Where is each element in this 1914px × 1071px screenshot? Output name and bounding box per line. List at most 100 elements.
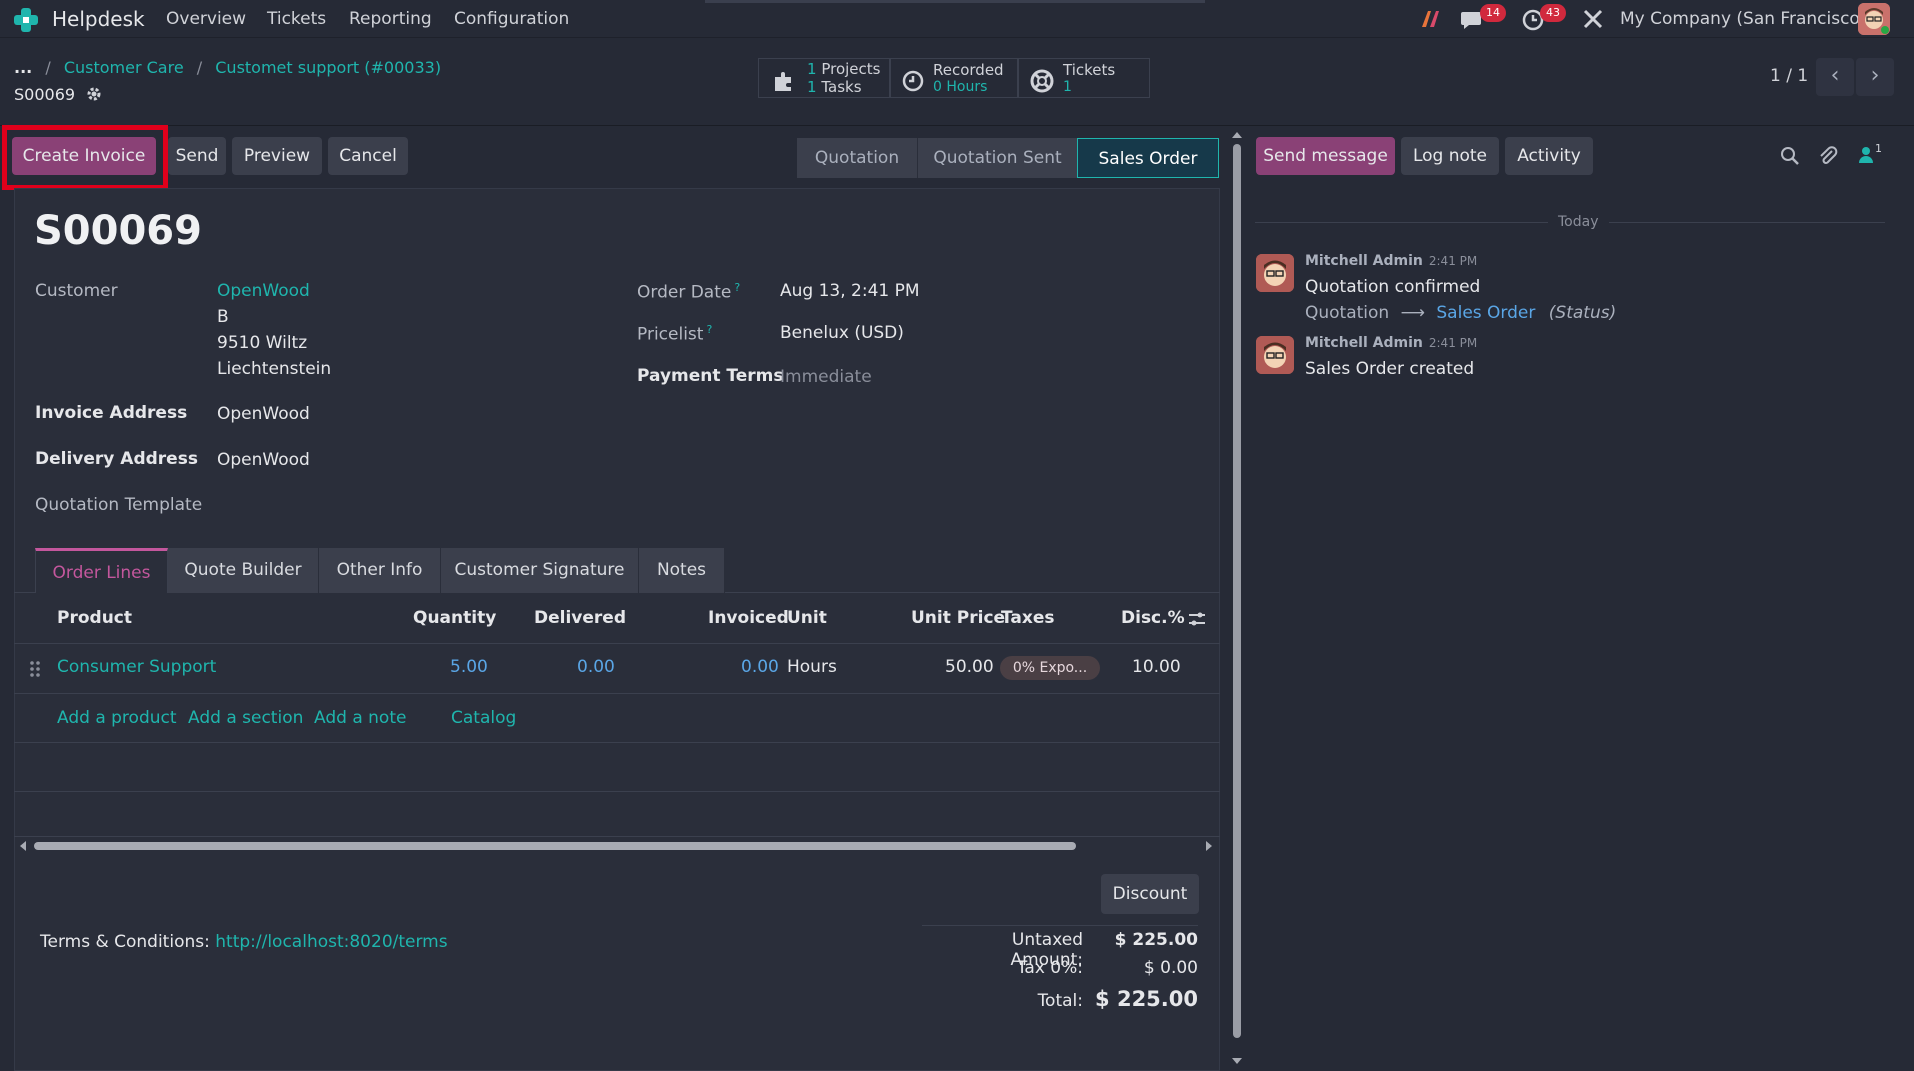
tickets-label: Tickets (1063, 61, 1116, 79)
scroll-right-arrow-icon[interactable] (1204, 840, 1214, 852)
company-switcher[interactable]: My Company (San Francisco) (1620, 9, 1866, 29)
cell-quantity[interactable]: 5.00 (450, 657, 488, 677)
recorded-label: Recorded (933, 61, 1004, 79)
cell-invoiced[interactable]: 0.00 (741, 657, 779, 677)
column-product[interactable]: Product (57, 608, 132, 628)
followers-button[interactable]: 1 (1858, 142, 1888, 166)
stage-sales-order[interactable]: Sales Order (1077, 138, 1219, 178)
column-quantity[interactable]: Quantity (413, 608, 496, 628)
breadcrumb-ticket[interactable]: Customet support (#00033) (215, 58, 441, 77)
payment-terms-field[interactable]: Immediate (780, 367, 872, 387)
tab-notes[interactable]: Notes (639, 548, 725, 593)
column-settings-icon[interactable] (1187, 610, 1207, 628)
recorded-smart-button[interactable]: Recorded 0 Hours (890, 58, 1018, 98)
message-author[interactable]: Mitchell Admin 2:41 PM (1305, 253, 1477, 269)
highlight-annotation (2, 125, 168, 190)
menu-tickets[interactable]: Tickets (267, 9, 326, 29)
discount-button[interactable]: Discount (1101, 874, 1199, 914)
delivery-address-field[interactable]: OpenWood (217, 450, 310, 470)
tasks-count: 1 (807, 78, 817, 96)
tab-other-info[interactable]: Other Info (319, 548, 441, 593)
catalog-link[interactable]: Catalog (451, 708, 516, 728)
stage-quotation[interactable]: Quotation (797, 138, 917, 178)
tab-customer-signature[interactable]: Customer Signature (441, 548, 639, 593)
cell-product[interactable]: Consumer Support (57, 657, 216, 677)
activity-button[interactable]: Activity (1505, 137, 1593, 175)
horizontal-scrollbar[interactable] (34, 842, 1076, 850)
pager-next-button[interactable]: › (1856, 58, 1894, 96)
help-icon[interactable]: ? (706, 323, 712, 336)
author-avatar[interactable] (1256, 336, 1294, 374)
breadcrumb-customer-care[interactable]: Customer Care (64, 58, 184, 77)
scroll-down-arrow-icon[interactable] (1231, 1056, 1243, 1066)
puzzle-icon (775, 72, 791, 91)
total-value: $ 225.00 (1095, 987, 1198, 1011)
add-section-link[interactable]: Add a section (188, 708, 303, 728)
cell-unit-price[interactable]: 50.00 (945, 657, 994, 677)
order-date-label: Order Date? (637, 281, 740, 303)
top-navbar: Helpdesk Overview Tickets Reporting Conf… (0, 0, 1914, 38)
scroll-left-arrow-icon[interactable] (18, 840, 28, 852)
send-button[interactable]: Send (168, 137, 226, 175)
table-header-divider (14, 643, 1220, 644)
tax-badge[interactable]: 0% Expo... (1000, 656, 1100, 680)
cell-unit[interactable]: Hours (787, 657, 837, 677)
preview-button[interactable]: Preview (232, 137, 322, 175)
user-avatar[interactable] (1858, 3, 1890, 35)
tracking-old-value: Quotation (1305, 303, 1390, 323)
lifebuoy-icon (1030, 69, 1054, 93)
menu-overview[interactable]: Overview (166, 9, 246, 29)
breadcrumb-ellipsis[interactable]: ... (14, 58, 32, 77)
tickets-smart-button[interactable]: Tickets 1 (1018, 58, 1150, 98)
row-divider (14, 742, 1220, 743)
stage-quotation-sent[interactable]: Quotation Sent (917, 138, 1077, 178)
column-taxes[interactable]: Taxes (1001, 608, 1055, 628)
menu-reporting[interactable]: Reporting (349, 9, 432, 29)
cell-delivered[interactable]: 0.00 (577, 657, 615, 677)
add-product-link[interactable]: Add a product (57, 708, 177, 728)
quotation-template-label: Quotation Template (35, 495, 203, 515)
order-date-field[interactable]: Aug 13, 2:41 PM (780, 281, 920, 301)
gear-icon[interactable] (86, 86, 102, 102)
column-delivered[interactable]: Delivered (534, 608, 626, 628)
ai-assistant-icon[interactable] (1420, 8, 1442, 30)
author-avatar[interactable] (1256, 254, 1294, 292)
total-label: Total: (1037, 991, 1083, 1011)
vertical-scrollbar[interactable] (1233, 144, 1241, 1038)
pricelist-field[interactable]: Benelux (USD) (780, 323, 904, 343)
tab-order-lines[interactable]: Order Lines (35, 548, 168, 593)
clock-icon (902, 70, 924, 92)
help-icon[interactable]: ? (734, 281, 740, 294)
cancel-button[interactable]: Cancel (328, 137, 408, 175)
activity-count-badge: 43 (1540, 4, 1566, 22)
message-body: Quotation confirmed (1305, 277, 1481, 297)
send-message-button[interactable]: Send message (1256, 137, 1395, 175)
log-note-button[interactable]: Log note (1401, 137, 1499, 175)
message-author-name: Mitchell Admin (1305, 335, 1423, 351)
column-unit[interactable]: Unit (787, 608, 827, 628)
message-author[interactable]: Mitchell Admin 2:41 PM (1305, 335, 1477, 351)
menu-configuration[interactable]: Configuration (454, 9, 569, 29)
pager-previous-button[interactable]: ‹ (1816, 58, 1854, 96)
pager-value[interactable]: 1 / 1 (1770, 66, 1808, 86)
app-name[interactable]: Helpdesk (52, 7, 145, 31)
terms-link[interactable]: http://localhost:8020/terms (215, 932, 447, 952)
tab-quote-builder[interactable]: Quote Builder (168, 548, 319, 593)
tasks-label: Tasks (821, 78, 862, 96)
column-invoiced[interactable]: Invoiced (708, 608, 789, 628)
app-menu-icon[interactable] (12, 6, 40, 34)
customer-link[interactable]: OpenWood (217, 281, 310, 301)
cell-discount[interactable]: 10.00 (1132, 657, 1181, 677)
column-unit-price[interactable]: Unit Price (911, 608, 1005, 628)
add-note-link[interactable]: Add a note (314, 708, 406, 728)
search-icon[interactable] (1780, 146, 1800, 166)
scroll-up-arrow-icon[interactable] (1231, 130, 1243, 140)
author-avatar-icon (1256, 254, 1294, 292)
debug-tools-icon[interactable] (1582, 8, 1604, 30)
drag-handle-icon[interactable] (29, 660, 41, 678)
column-discount[interactable]: Disc.% (1121, 608, 1185, 628)
tracking-field: (Status) (1548, 303, 1617, 323)
projects-smart-button[interactable]: 1 Projects 1 Tasks (758, 58, 890, 98)
invoice-address-field[interactable]: OpenWood (217, 404, 310, 424)
paperclip-icon[interactable] (1817, 145, 1839, 167)
